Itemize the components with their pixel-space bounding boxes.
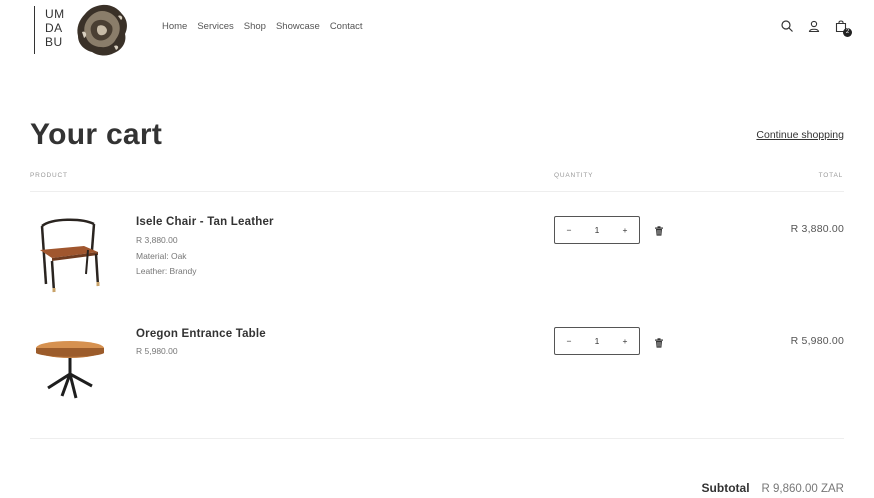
nav-contact[interactable]: Contact [330, 21, 363, 32]
divider [30, 438, 844, 439]
logo-line: DA [45, 21, 63, 35]
quantity-stepper: − 1 + [554, 327, 640, 355]
logo-divider [34, 6, 35, 54]
header-icons: 2 [780, 19, 852, 37]
column-header-product: Product [30, 172, 68, 179]
wood-slice-logo-image [77, 4, 127, 56]
continue-shopping-link[interactable]: Continue shopping [756, 129, 844, 141]
product-option: Material: Oak [136, 251, 187, 261]
cart-count-badge: 2 [843, 28, 852, 37]
nav-shop[interactable]: Shop [244, 21, 266, 32]
column-header-quantity: Quantity [554, 172, 594, 179]
logo-text: UM DA BU [45, 7, 65, 49]
divider [30, 191, 844, 192]
logo-line: UM [45, 7, 65, 21]
main-nav: Home Services Shop Showcase Contact [162, 21, 363, 32]
product-price: R 3,880.00 [136, 235, 178, 245]
quantity-value[interactable]: 1 [595, 336, 600, 346]
page-title: Your cart [30, 118, 163, 151]
decrease-quantity-button[interactable]: − [564, 225, 574, 235]
cart-icon[interactable]: 2 [834, 19, 852, 37]
subtotal-label: Subtotal [701, 481, 750, 495]
logo-line: BU [45, 35, 63, 49]
trash-icon[interactable] [654, 338, 664, 348]
product-image-table[interactable] [32, 326, 112, 406]
product-image-chair[interactable] [32, 214, 112, 294]
site-header: UM DA BU Home Services Shop Showcase Con… [0, 0, 874, 58]
logo[interactable]: UM DA BU [34, 4, 134, 56]
decrease-quantity-button[interactable]: − [564, 336, 574, 346]
subtotal: Subtotal R 9,860.00 ZAR [702, 481, 844, 495]
nav-services[interactable]: Services [197, 21, 233, 32]
product-option: Leather: Brandy [136, 266, 197, 276]
account-icon[interactable] [807, 19, 821, 33]
line-total: R 5,980.00 [790, 335, 844, 347]
nav-showcase[interactable]: Showcase [276, 21, 320, 32]
increase-quantity-button[interactable]: + [620, 225, 630, 235]
trash-icon[interactable] [654, 226, 664, 236]
column-header-total: Total [818, 172, 843, 179]
subtotal-value: R 9,860.00 ZAR [761, 483, 844, 495]
nav-home[interactable]: Home [162, 21, 187, 32]
line-total: R 3,880.00 [790, 223, 844, 235]
product-price: R 5,980.00 [136, 346, 178, 356]
quantity-value[interactable]: 1 [595, 225, 600, 235]
quantity-stepper: − 1 + [554, 216, 640, 244]
search-icon[interactable] [780, 19, 794, 33]
product-name[interactable]: Oregon Entrance Table [136, 328, 266, 340]
increase-quantity-button[interactable]: + [620, 336, 630, 346]
product-name[interactable]: Isele Chair - Tan Leather [136, 216, 274, 228]
